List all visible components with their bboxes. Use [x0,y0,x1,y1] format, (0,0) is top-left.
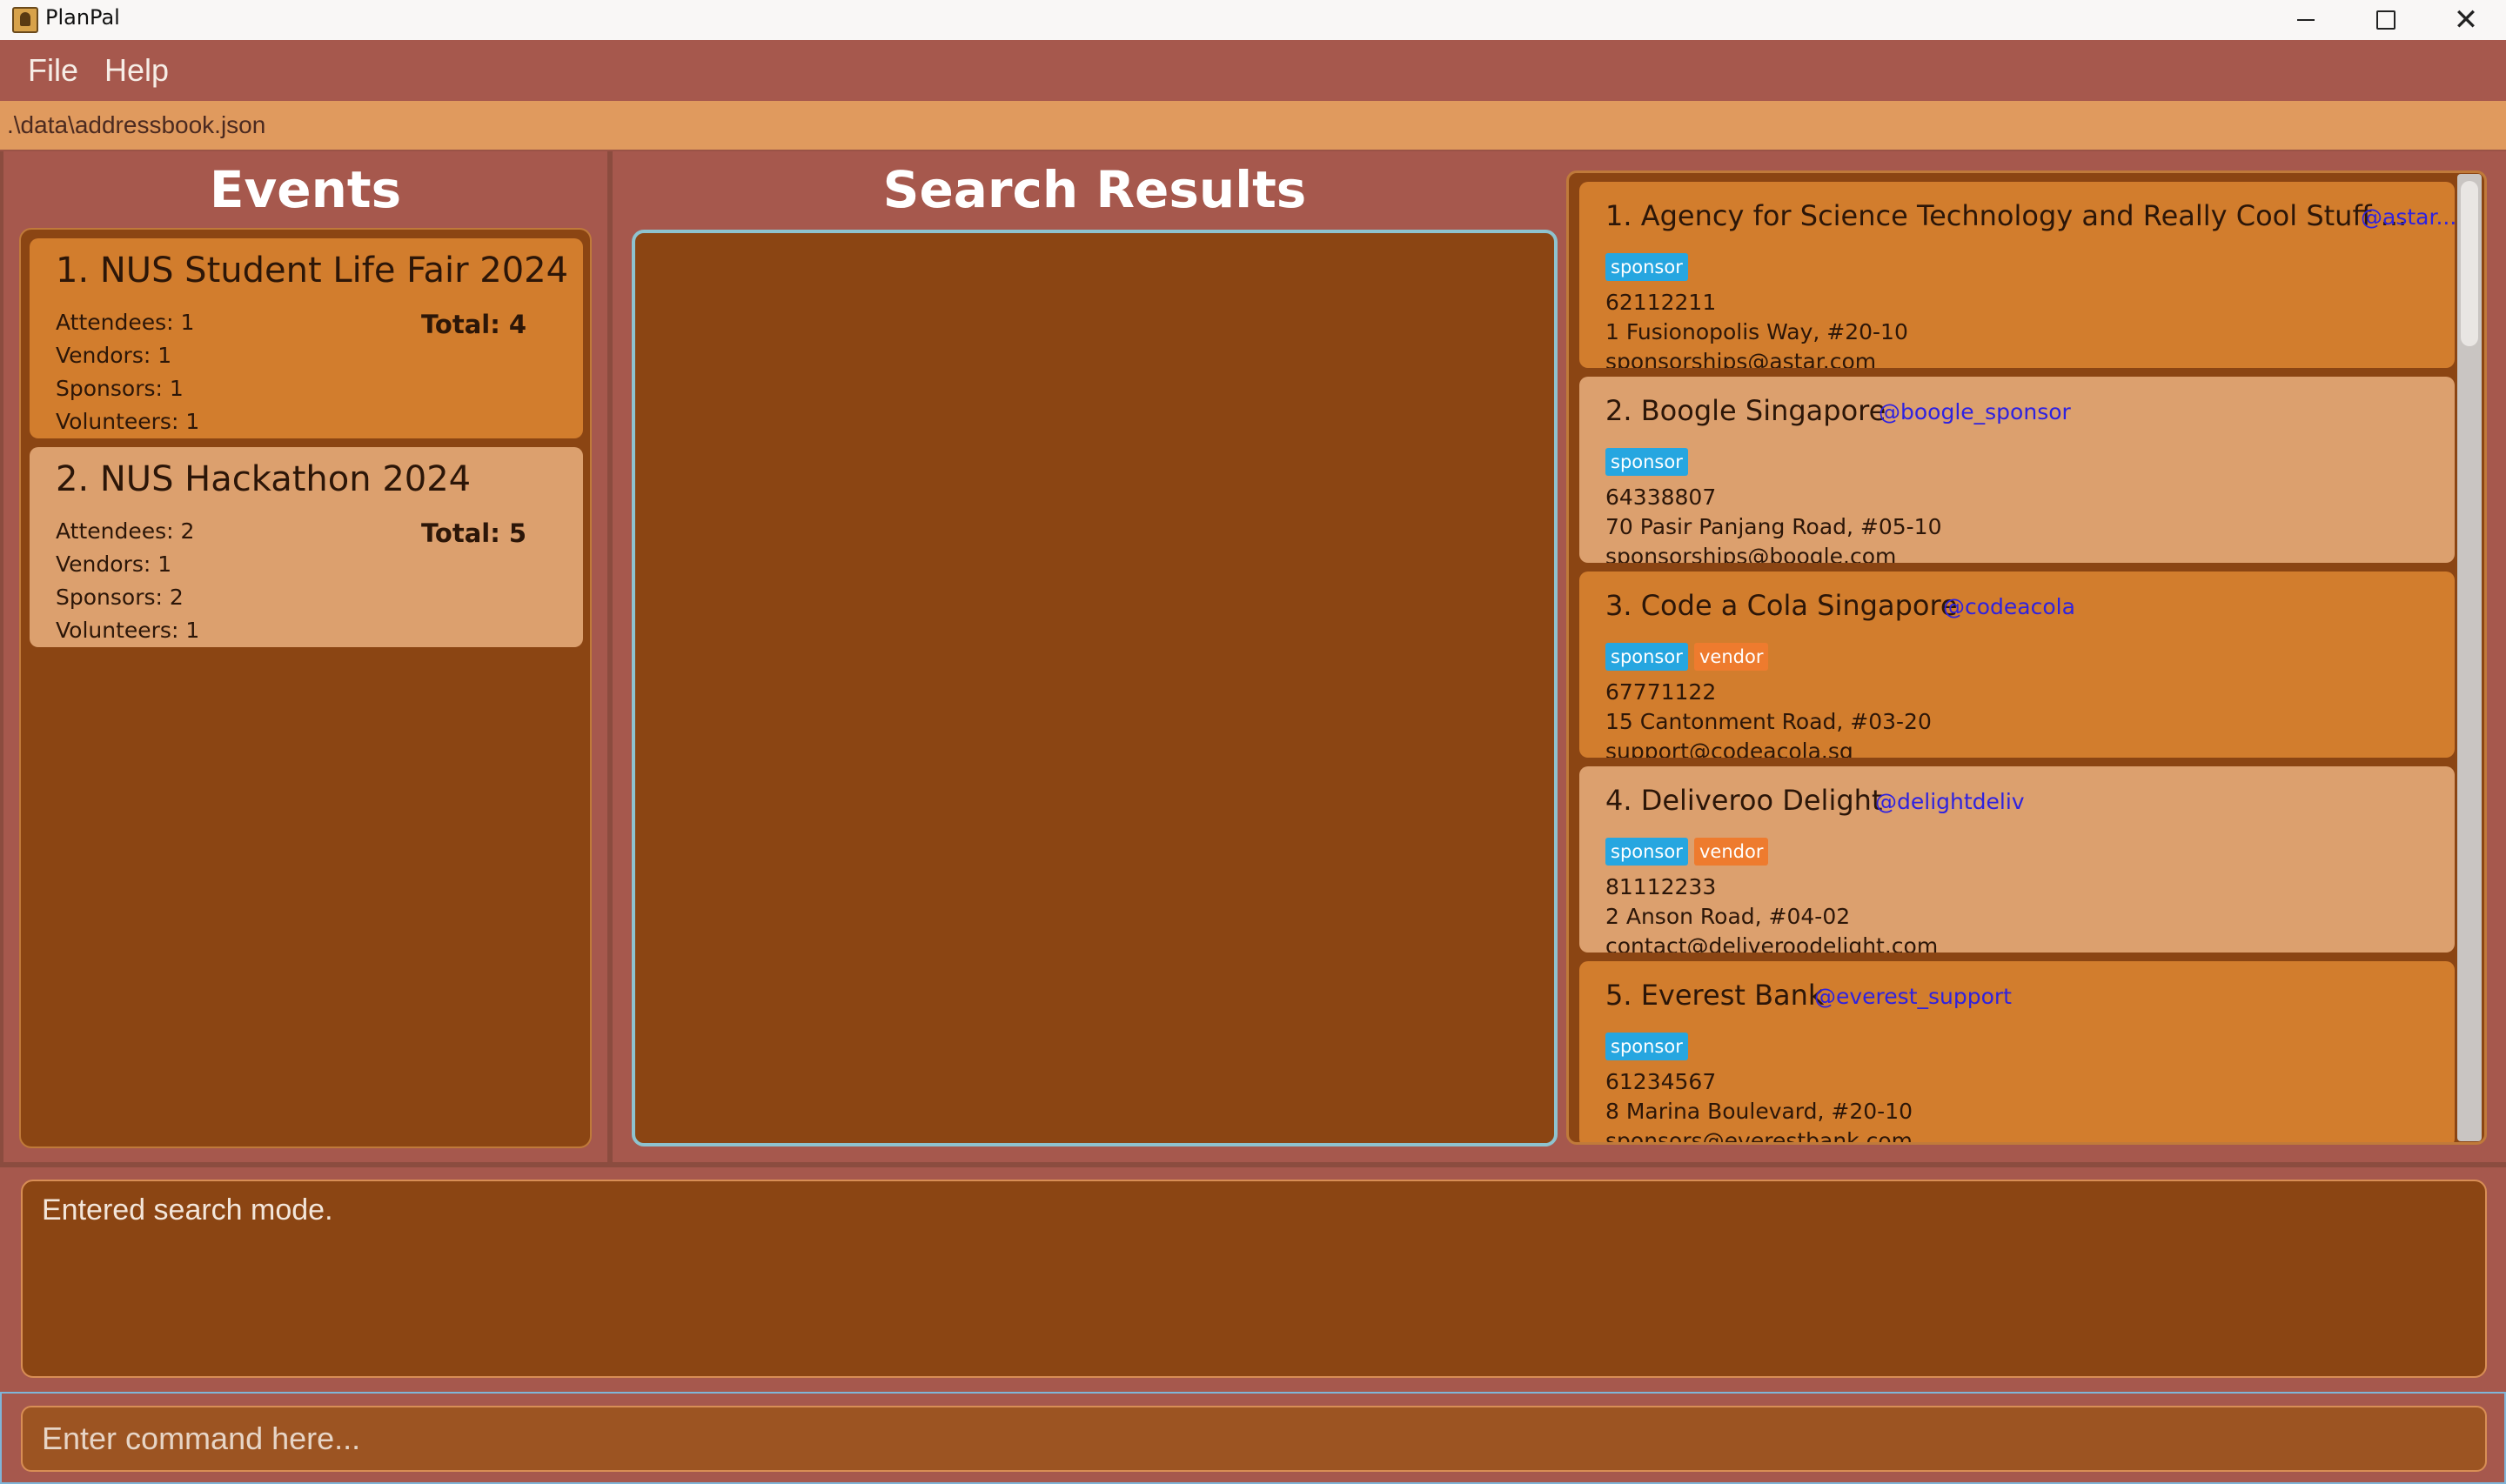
command-input[interactable] [21,1406,2487,1472]
close-icon[interactable]: ✕ [2426,0,2506,40]
event-vendors: Vendors: 1 [56,343,172,368]
contact-handle[interactable]: @astar... [2361,204,2455,230]
contact-name: 3. Code a Cola Singapore [1605,589,1958,622]
contact-address: 2 Anson Road, #04-02 [1605,904,1851,929]
menu-bar: File Help [0,40,2506,101]
contact-address: 1 Fusionopolis Way, #20-10 [1605,319,1908,344]
search-results-list[interactable] [632,230,1558,1146]
contact-card[interactable]: 4. Deliveroo Delight @delightdeliv spons… [1579,766,2455,953]
contact-email: contact@deliveroodelight.com [1605,933,1939,953]
event-title: 1. NUS Student Life Fair 2024 [56,251,569,291]
tag-sponsor: sponsor [1605,1033,1688,1060]
tag-vendor: vendor [1694,643,1769,671]
tag-sponsor: sponsor [1605,253,1688,281]
contact-phone: 61234567 [1605,1069,1717,1094]
contact-phone: 62112211 [1605,290,1717,315]
horizontal-divider[interactable] [0,1162,2506,1167]
event-card[interactable]: 2. NUS Hackathon 2024 Attendees: 2 Vendo… [30,447,583,647]
maximize-icon[interactable] [2346,0,2426,40]
event-volunteers: Volunteers: 1 [56,618,200,643]
event-total: Total: 5 [421,518,527,548]
result-display: Entered search mode. [21,1180,2487,1378]
panel-divider[interactable] [607,151,613,1166]
app-icon [12,7,38,33]
tag-sponsor: sponsor [1605,448,1688,476]
result-message: Entered search mode. [42,1193,333,1227]
contact-phone: 81112233 [1605,874,1717,899]
contact-name: 1. Agency for Science Technology and Rea… [1605,199,2408,232]
contact-email: support@codeacola.sg [1605,739,1853,758]
contact-handle[interactable]: @boogle_sponsor [1879,399,2071,424]
contact-email: sponsors@everestbank.com [1605,1128,1913,1145]
minimize-icon[interactable] [2266,0,2346,40]
event-volunteers: Volunteers: 1 [56,409,200,434]
contact-address: 8 Marina Boulevard, #20-10 [1605,1099,1913,1124]
tag-sponsor: sponsor [1605,838,1688,866]
contact-handle[interactable]: @everest_support [1814,984,2012,1009]
contact-name: 5. Everest Bank [1605,979,1825,1012]
event-attendees: Attendees: 1 [56,310,195,335]
event-title: 2. NUS Hackathon 2024 [56,459,472,499]
contact-handle[interactable]: @codeacola [1943,594,2075,619]
file-path: .\data\addressbook.json [7,111,266,138]
events-list[interactable]: 1. NUS Student Life Fair 2024 Attendees:… [19,228,592,1148]
contacts-scrollbar[interactable] [2457,174,2482,1141]
event-sponsors: Sponsors: 2 [56,585,184,610]
contact-email: sponsorships@boogle.com [1605,544,1897,563]
command-box [0,1392,2506,1484]
contact-card[interactable]: 1. Agency for Science Technology and Rea… [1579,182,2455,368]
event-sponsors: Sponsors: 1 [56,376,184,401]
contact-phone: 67771122 [1605,679,1717,705]
event-attendees: Attendees: 2 [56,518,195,544]
scrollbar-thumb[interactable] [2461,181,2478,346]
contact-address: 70 Pasir Panjang Road, #05-10 [1605,514,1942,539]
event-vendors: Vendors: 1 [56,551,172,577]
menu-help[interactable]: Help [104,52,169,89]
window-title: PlanPal [45,5,120,30]
events-title: Events [209,160,402,219]
contact-address: 15 Cantonment Road, #03-20 [1605,709,1932,734]
menu-file[interactable]: File [28,52,78,89]
event-total: Total: 4 [421,310,527,339]
contact-handle[interactable]: @delightdeliv [1875,789,2025,814]
contact-card[interactable]: 3. Code a Cola Singapore @codeacola spon… [1579,572,2455,758]
tag-sponsor: sponsor [1605,643,1688,671]
contact-phone: 64338807 [1605,485,1717,510]
event-card[interactable]: 1. NUS Student Life Fair 2024 Attendees:… [30,238,583,438]
contact-name: 4. Deliveroo Delight [1605,784,1883,817]
file-path-bar: .\data\addressbook.json [0,101,2506,151]
contacts-list[interactable]: 1. Agency for Science Technology and Rea… [1566,170,2487,1145]
search-results-title: Search Results [882,160,1307,219]
contact-card[interactable]: 2. Boogle Singapore @boogle_sponsor spon… [1579,377,2455,563]
contact-card[interactable]: 5. Everest Bank @everest_support sponsor… [1579,961,2455,1145]
left-border [0,151,3,1166]
contact-email: sponsorships@astar.com [1605,349,1877,368]
contact-name: 2. Boogle Singapore [1605,394,1886,427]
tag-vendor: vendor [1694,838,1769,866]
title-bar: PlanPal ✕ [0,0,2506,40]
